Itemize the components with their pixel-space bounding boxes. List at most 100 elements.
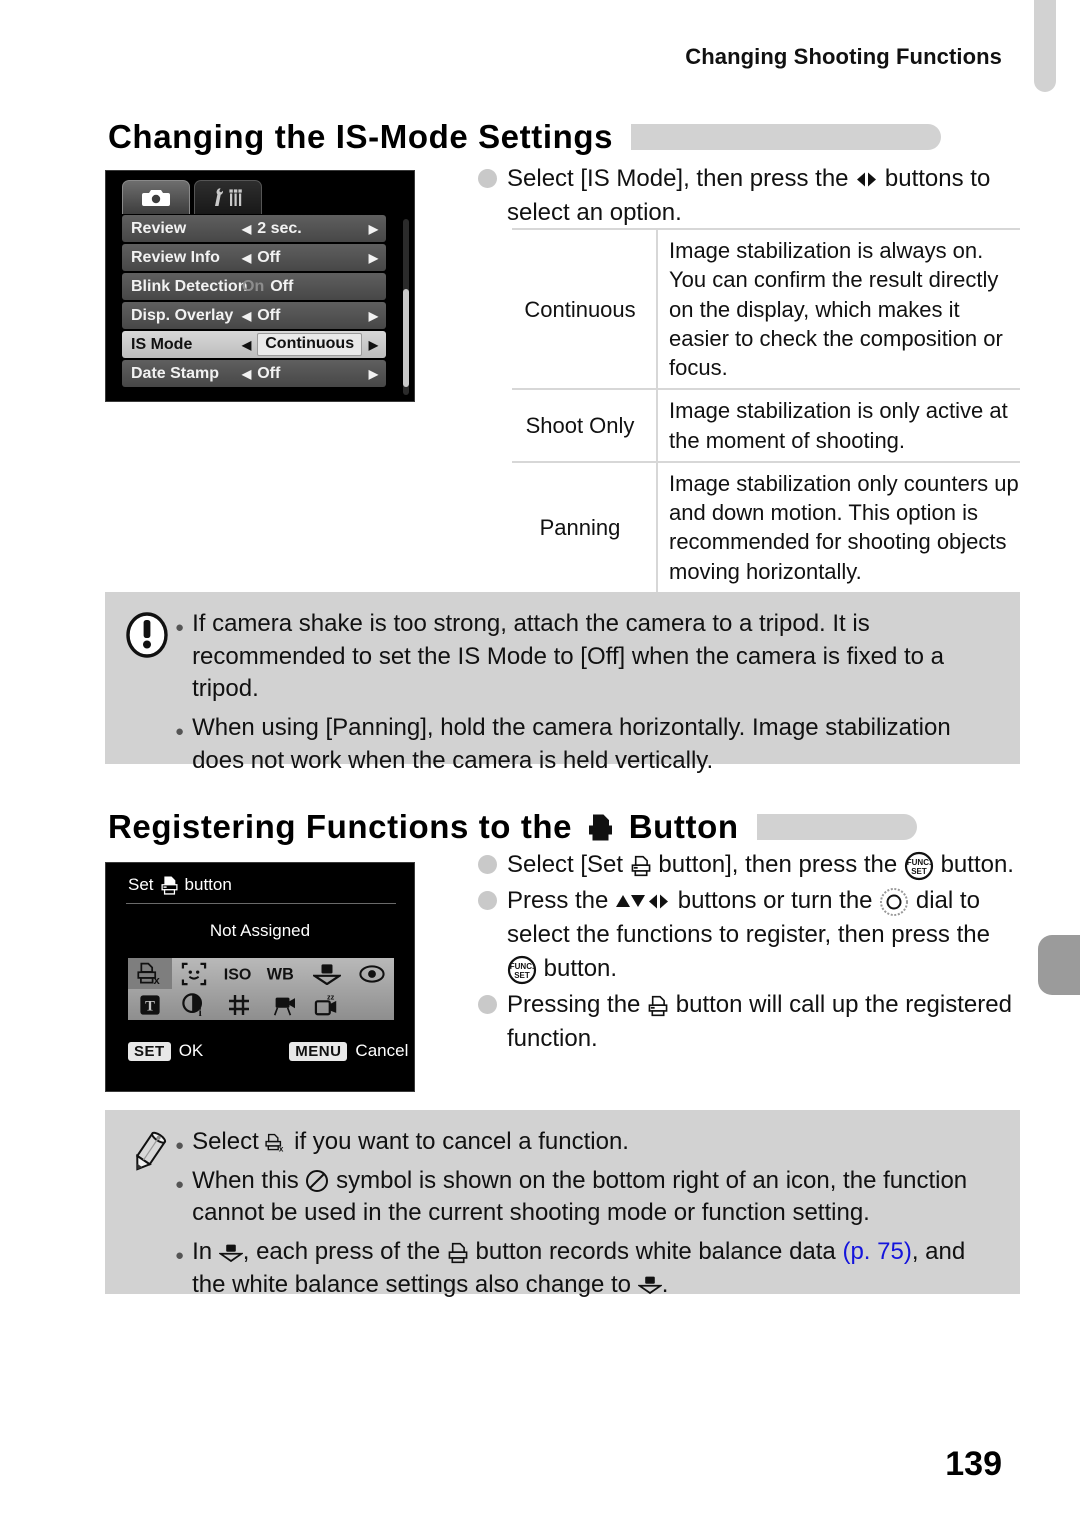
grid-item-grid-lines[interactable] [217, 989, 261, 1020]
note-part2: , each press of the [242, 1237, 441, 1265]
grid-item-movie-record[interactable] [261, 989, 305, 1020]
menu-row-value-on: On [242, 277, 265, 295]
heading-part2: Button [628, 808, 739, 845]
step-text: Select [IS Mode], then press the buttons… [507, 162, 1023, 230]
menu-row[interactable]: Review ◀ 2 sec. ▶ [122, 215, 386, 242]
step-item: Select [IS Mode], then press the buttons… [478, 162, 1023, 230]
screen-title-part1: Set [128, 875, 154, 894]
step-text-part1: Select [IS Mode], then press the [507, 165, 849, 192]
func-set-icon: FUNC. SET [507, 955, 537, 984]
svg-text:x: x [279, 1144, 284, 1153]
menu-row-value-wrap: ◀ Off [242, 307, 280, 325]
print-icon [448, 1242, 468, 1263]
tab-shooting[interactable] [122, 180, 190, 214]
note-line: ● If camera shake is too strong, attach … [175, 608, 1000, 706]
grid-item-custom-wb[interactable] [305, 958, 349, 989]
movie-record-icon [274, 997, 296, 1015]
text-display-icon: T [140, 994, 160, 1015]
warning-note-body: ● If camera shake is too strong, attach … [175, 608, 1000, 774]
svg-text:i: i [199, 1007, 202, 1017]
set-print-button-screenshot: Set button Not Assigned x ISO WB T i zz … [105, 862, 415, 1092]
menu-row-is-mode[interactable]: IS Mode ◀ Continuous ▶ [122, 331, 386, 358]
svg-text:SET: SET [911, 867, 927, 876]
caret-right-icon: ▶ [368, 366, 378, 381]
section-heading-register-text: Registering Functions to the Button [108, 808, 739, 846]
pencil-icon-wrap [119, 1126, 175, 1278]
menu-scrollbar-thumb[interactable] [403, 289, 409, 387]
red-eye-icon [359, 964, 385, 983]
face-select-icon [182, 962, 207, 985]
wrench-tools-icon [215, 188, 242, 206]
tab-settings[interactable] [194, 180, 262, 214]
assigned-value: Not Assigned [209, 921, 311, 940]
grid-item-iso[interactable]: ISO [217, 958, 261, 989]
menu-row[interactable]: Disp. Overlay ◀ Off ▶ [122, 302, 386, 329]
info-note-box: ● Select x if you want to cancel a funct… [105, 1110, 1020, 1298]
table-cell-name: Shoot Only [512, 388, 658, 463]
caret-left-icon: ◀ [242, 337, 252, 352]
warning-note-box: ● If camera shake is too strong, attach … [105, 592, 1020, 774]
step-part1: Press the [507, 887, 609, 915]
section-heading-is-mode-text: Changing the IS-Mode Settings [108, 118, 614, 155]
svg-text:zz: zz [327, 993, 335, 1001]
warning-icon-wrap [119, 608, 175, 748]
table-row: Continuous Image stabilization is always… [512, 227, 1020, 391]
grid-item-display-off[interactable]: zz [305, 989, 349, 1020]
table-cell-desc: Image stabilization is only active at th… [657, 388, 1020, 463]
note-bullet-icon: ● [175, 619, 185, 636]
bullet-dot-icon [478, 169, 497, 188]
grid-item-white-balance[interactable]: WB [261, 958, 305, 989]
menu-row-value-wrap: ◀ Off [242, 249, 280, 267]
step-item: Pressing the button will call up the reg… [478, 988, 1023, 1056]
grid-item-text-display[interactable]: T [128, 989, 172, 1020]
grid-item-i-contrast[interactable]: i [172, 989, 216, 1020]
menu-row-label: Date Stamp [131, 364, 220, 382]
menu-row-value-off: Off [270, 277, 294, 295]
heading-part1: Registering Functions to the [108, 808, 573, 845]
grid-item-print-cancel[interactable]: x [128, 958, 173, 989]
note-line: ● When using [Panning], hold the camera … [175, 712, 1000, 777]
note-line: ● In , each press of the button records … [175, 1236, 1000, 1301]
note-part1: Select [192, 1128, 259, 1155]
table-row: Panning Image stabilization only counter… [512, 460, 1020, 594]
caret-right-icon: ▶ [368, 221, 378, 236]
caret-left-icon: ◀ [242, 366, 252, 381]
grid-lines-icon [228, 994, 249, 1015]
section-heading-is-mode: Changing the IS-Mode Settings [108, 118, 942, 156]
menu-row-label: IS Mode [131, 335, 193, 353]
page-number: 139 [945, 1445, 1002, 1483]
note-bullet-icon: ● [175, 1137, 185, 1154]
page-link[interactable]: (p. 75) [842, 1238, 911, 1265]
step-part1: Pressing the [507, 991, 641, 1019]
grid-item-red-eye[interactable] [350, 958, 394, 989]
menu-row[interactable]: Date Stamp ◀ Off ▶ [122, 360, 386, 387]
svg-text:ISO: ISO [224, 966, 252, 983]
grid-item-face-select[interactable] [172, 958, 216, 989]
menu-row[interactable]: Blink Detection On Off [122, 273, 386, 300]
menu-row-label: Disp. Overlay [131, 306, 234, 324]
step-part2: buttons or turn the [677, 887, 873, 915]
menu-row-label: Blink Detection [131, 277, 248, 295]
caret-right-icon: ▶ [368, 250, 378, 265]
display-off-icon: zz [315, 993, 337, 1015]
func-set-icon: FUNC. SET [904, 851, 934, 880]
footer-set-group: SET OK [128, 1041, 203, 1061]
menu-row-value: Off [257, 364, 281, 382]
step-item: Press the buttons or turn the dial to se… [478, 884, 1023, 986]
prohibited-icon [306, 1170, 329, 1193]
menu-row[interactable]: Review Info ◀ Off ▶ [122, 244, 386, 271]
step-part2: button], then press the [658, 851, 898, 878]
note-part5: . [661, 1270, 669, 1298]
step-text: Select [Set button], then press the FUNC… [507, 848, 1014, 882]
note-bullet-icon: ● [175, 1175, 185, 1193]
table-cell-name: Continuous [512, 227, 658, 391]
table-cell-desc: Image stabilization is always on. You ca… [657, 227, 1020, 391]
note-text: In , each press of the button records wh… [192, 1236, 1000, 1301]
step-part4: button. [543, 955, 618, 983]
menu-row-value: 2 sec. [257, 219, 302, 237]
svg-text:FUNC.: FUNC. [510, 962, 534, 971]
step-text: Press the buttons or turn the dial to se… [507, 884, 1023, 986]
divider [126, 903, 396, 904]
note-part2: if you want to cancel a function. [294, 1128, 629, 1155]
i-contrast-icon: i [182, 992, 203, 1017]
